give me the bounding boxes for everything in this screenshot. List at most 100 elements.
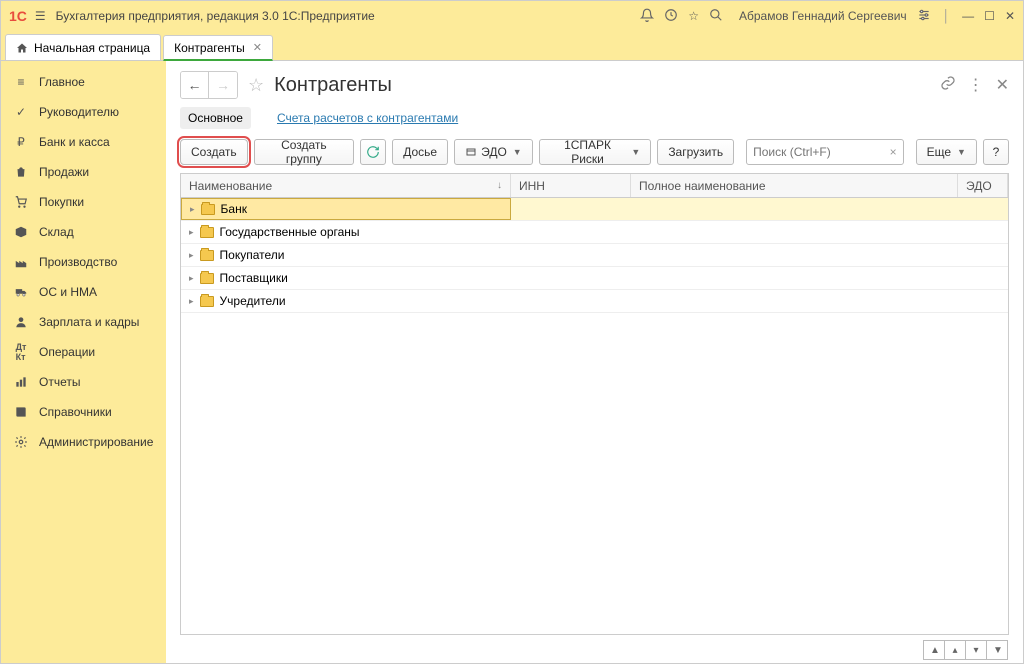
folder-icon (200, 273, 214, 284)
table-row[interactable]: ▸ Государственные органы (181, 221, 1008, 244)
header-edo[interactable]: ЭДО (958, 174, 1008, 197)
search-input[interactable] (747, 145, 883, 159)
toolbar: Создать Создать группу Досье ЭДО▼ 1СПАРК… (166, 131, 1023, 173)
dossier-button[interactable]: Досье (392, 139, 448, 165)
page-title: Контрагенты (274, 74, 933, 97)
person-icon (13, 314, 29, 330)
sidebar-item-reports[interactable]: Отчеты (1, 367, 166, 397)
tab-bar: Начальная страница Контрагенты ✕ (1, 31, 1023, 61)
sidebar-label: Руководителю (39, 105, 119, 119)
gear-icon (13, 434, 29, 450)
expand-icon[interactable]: ▸ (189, 227, 194, 238)
sidebar-label: Покупки (39, 195, 84, 209)
close-icon[interactable]: ✕ (1005, 9, 1015, 23)
sidebar-item-warehouse[interactable]: Склад (1, 217, 166, 247)
table-row[interactable]: ▸Поставщики (181, 267, 1008, 290)
user-name[interactable]: Абрамов Геннадий Сергеевич (739, 9, 907, 23)
edo-label: ЭДО (481, 145, 507, 159)
grid-nav-buttons: ▲ ▴ ▾ ▼ (924, 640, 1008, 660)
tab-counterparties[interactable]: Контрагенты ✕ (163, 35, 273, 61)
sidebar-item-bank[interactable]: ₽Банк и касса (1, 127, 166, 157)
header-full[interactable]: Полное наименование (631, 174, 958, 197)
load-button[interactable]: Загрузить (657, 139, 734, 165)
grid-last-button[interactable]: ▼ (986, 640, 1008, 660)
create-button[interactable]: Создать (180, 139, 248, 165)
sidebar-item-salary[interactable]: Зарплата и кадры (1, 307, 166, 337)
expand-icon[interactable]: ▸ (190, 204, 195, 215)
minimize-icon[interactable]: — (962, 9, 974, 23)
folder-icon (201, 204, 215, 215)
menu-icon: ≡ (13, 74, 29, 90)
header-inn[interactable]: ИНН (511, 174, 631, 197)
folder-icon (200, 296, 214, 307)
tab-current-label: Контрагенты (174, 41, 245, 55)
subtab-accounts[interactable]: Счета расчетов с контрагентами (269, 107, 466, 129)
sidebar-label: Банк и касса (39, 135, 110, 149)
create-group-button[interactable]: Создать группу (254, 139, 355, 165)
star-icon[interactable]: ☆ (688, 9, 699, 23)
page-close-icon[interactable]: ✕ (996, 75, 1009, 95)
sidebar-item-directories[interactable]: Справочники (1, 397, 166, 427)
subtab-main[interactable]: Основное (180, 107, 251, 129)
data-grid: Наименование↓ ИНН Полное наименование ЭД… (180, 173, 1009, 635)
expand-icon[interactable]: ▸ (189, 273, 194, 284)
spark-label: 1СПАРК Риски (550, 138, 626, 166)
refresh-button[interactable] (360, 139, 386, 165)
sidebar-item-main[interactable]: ≡ Главное (1, 67, 166, 97)
sidebar-item-sales[interactable]: Продажи (1, 157, 166, 187)
sidebar-label: ОС и НМА (39, 285, 97, 299)
sidebar-label: Справочники (39, 405, 112, 419)
row-name: Государственные органы (220, 225, 360, 239)
folder-icon (200, 227, 214, 238)
header-name[interactable]: Наименование↓ (181, 174, 511, 197)
tab-close-icon[interactable]: ✕ (253, 41, 262, 54)
grid-header: Наименование↓ ИНН Полное наименование ЭД… (181, 174, 1008, 198)
sidebar-label: Главное (39, 75, 85, 89)
bag-icon (13, 164, 29, 180)
table-row[interactable]: ▸ Учредители (181, 290, 1008, 313)
sidebar: ≡ Главное ✓Руководителю ₽Банк и касса Про… (1, 61, 166, 663)
grid-up-button[interactable]: ▴ (944, 640, 966, 660)
edo-button[interactable]: ЭДО▼ (454, 139, 533, 165)
table-row[interactable]: ▸ Покупатели (181, 244, 1008, 267)
main-area: ← → ☆ Контрагенты ⋮ ✕ Основное Счета рас… (166, 61, 1023, 663)
sidebar-item-operations[interactable]: ДтКтОперации (1, 337, 166, 367)
favorite-star-icon[interactable]: ☆ (248, 75, 264, 96)
book-icon (13, 404, 29, 420)
sidebar-item-manager[interactable]: ✓Руководителю (1, 97, 166, 127)
maximize-icon[interactable]: ☐ (984, 9, 995, 23)
search-field[interactable]: × (746, 139, 904, 165)
cart-icon (13, 194, 29, 210)
sidebar-item-admin[interactable]: Администрирование (1, 427, 166, 457)
titlebar: 1С ☰ Бухгалтерия предприятия, редакция 3… (1, 1, 1023, 31)
row-name: Покупатели (220, 248, 285, 262)
row-name: Учредители (220, 294, 286, 308)
sidebar-item-production[interactable]: Производство (1, 247, 166, 277)
settings-icon[interactable] (917, 8, 931, 25)
nav-forward-button[interactable]: → (209, 72, 237, 98)
factory-icon (13, 254, 29, 270)
sidebar-item-purchases[interactable]: Покупки (1, 187, 166, 217)
more-button[interactable]: Еще▼ (916, 139, 977, 165)
search-icon[interactable] (709, 8, 723, 25)
kebab-icon[interactable]: ⋮ (968, 75, 984, 95)
sidebar-label: Операции (39, 345, 95, 359)
search-clear-icon[interactable]: × (884, 145, 903, 159)
spark-button[interactable]: 1СПАРК Риски▼ (539, 139, 652, 165)
grid-first-button[interactable]: ▲ (923, 640, 945, 660)
nav-back-button[interactable]: ← (181, 72, 209, 98)
expand-icon[interactable]: ▸ (189, 250, 194, 261)
sidebar-label: Отчеты (39, 375, 80, 389)
bell-icon[interactable] (640, 8, 654, 25)
link-icon[interactable] (940, 75, 956, 96)
app-title: Бухгалтерия предприятия, редакция 3.0 1С… (56, 9, 641, 23)
sidebar-label: Зарплата и кадры (39, 315, 139, 329)
history-icon[interactable] (664, 8, 678, 25)
expand-icon[interactable]: ▸ (189, 296, 194, 307)
table-row[interactable]: ▸Банк (181, 198, 1008, 221)
sidebar-item-assets[interactable]: ОС и НМА (1, 277, 166, 307)
help-button[interactable]: ? (983, 139, 1009, 165)
hamburger-icon[interactable]: ☰ (35, 9, 46, 23)
grid-down-button[interactable]: ▾ (965, 640, 987, 660)
tab-home[interactable]: Начальная страница (5, 34, 161, 60)
